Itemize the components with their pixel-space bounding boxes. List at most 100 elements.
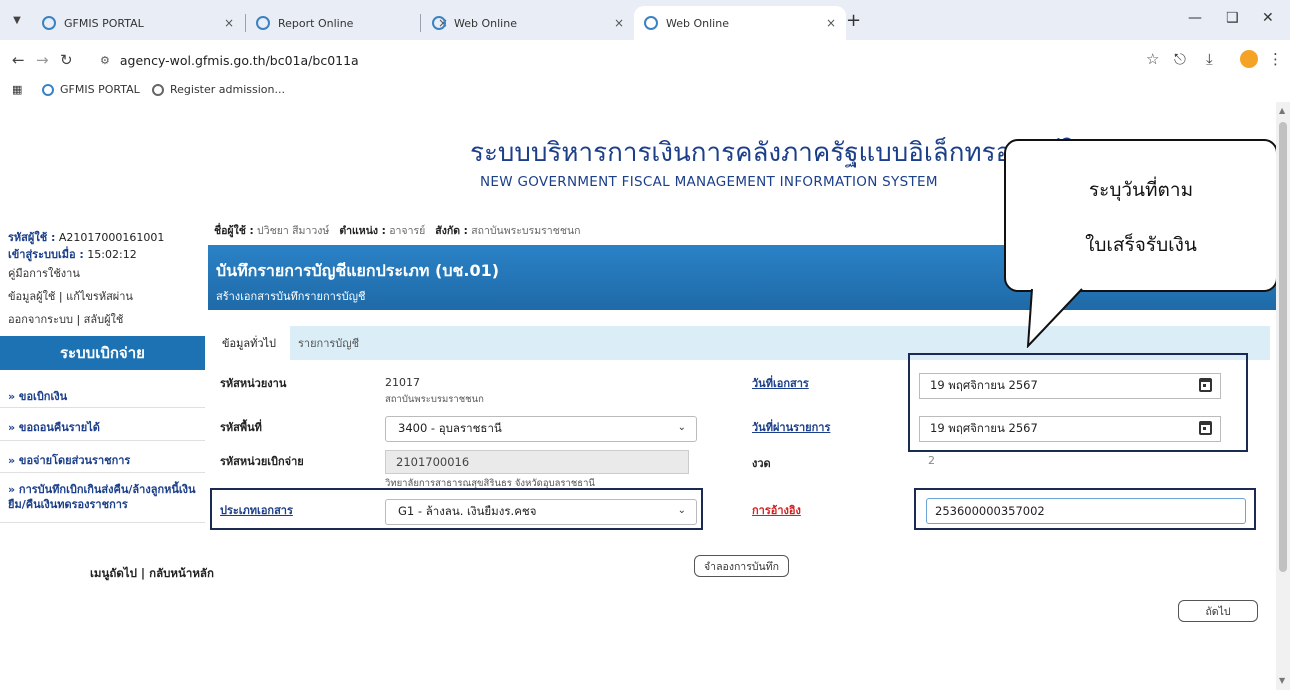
area-code-value: 3400 - อุบลราชธานี (398, 421, 502, 435)
user-code-label: รหัสผู้ใช้ : (8, 231, 56, 244)
tab-general-info[interactable]: ข้อมูลทั่วไป (208, 326, 290, 360)
extensions-icon[interactable]: ⎋ (1174, 50, 1186, 68)
callout-line-1: ระบุวันที่ตาม (1088, 179, 1194, 201)
window-close-icon[interactable]: ✕ (1262, 10, 1274, 26)
sidebar-divider (0, 522, 205, 523)
affiliation: สถาบันพระบรมราชชนก (471, 225, 581, 237)
star-icon[interactable]: ☆ (1146, 50, 1159, 68)
profile-link[interactable]: ข้อมูลผู้ใช้ (8, 290, 55, 303)
posting-date-label[interactable]: วันที่ผ่านรายการ (752, 418, 830, 436)
tab-label: Report Online (278, 16, 354, 30)
forward-icon[interactable]: → (36, 51, 49, 69)
next-menu-link[interactable]: เมนูถัดไป (90, 566, 137, 580)
next-button[interactable]: ถัดไป (1178, 600, 1258, 622)
tab-label: Web Online (454, 16, 517, 30)
address-bar[interactable]: ⚙ agency-wol.gfmis.go.th/bc01a/bc011a (88, 46, 1088, 74)
agency-name: สถาบันพระบรมราชชนก (385, 394, 484, 405)
profile-links: ข้อมูลผู้ใช้ | แก้ไขรหัสผ่าน (8, 287, 133, 305)
sidebar-divider (0, 440, 205, 441)
new-tab-icon[interactable]: + (846, 10, 861, 31)
gfmis-favicon-icon (644, 16, 658, 30)
callout-tail (1026, 288, 1083, 348)
close-icon[interactable]: × (826, 16, 836, 30)
tab-web-online-active[interactable]: Web Online × (634, 6, 846, 40)
sidebar-item-refund-revenue[interactable]: » ขอถอนคืนรายได้ (0, 418, 205, 436)
disbursing-unit-label: รหัสหน่วยเบิกจ่าย (220, 455, 304, 468)
disbursing-unit-field: 2101700016 (385, 450, 689, 474)
close-icon[interactable]: × (614, 16, 624, 30)
banner-title-english: NEW GOVERNMENT FISCAL MANAGEMENT INFORMA… (480, 174, 938, 190)
chevron-down-icon: ⌄ (677, 422, 686, 433)
gfmis-favicon-icon (42, 16, 56, 30)
tab-label: Web Online (666, 16, 729, 30)
apps-grid-icon[interactable]: ▦ (12, 83, 22, 96)
link-separator: | (76, 313, 84, 326)
session-links: ออกจากระบบ | สลับผู้ใช้ (8, 310, 123, 328)
reference-label[interactable]: การอ้างอิง (752, 501, 801, 519)
sidebar-item-overpayment-return-line2[interactable]: ยืม/คืนเงินทดรองราชการ (0, 495, 205, 513)
sidebar-item-request-payment[interactable]: » ขอเบิกเงิน (0, 387, 205, 405)
username: ปวิชยา สีมาวงษ์ (257, 225, 330, 237)
minimize-icon[interactable]: — (1188, 10, 1202, 26)
bookmark-gfmis-portal[interactable]: GFMIS PORTAL (42, 83, 140, 96)
agency-code: 21017 (385, 376, 420, 389)
disbursing-unit-value: 2101700016 (396, 455, 470, 469)
sidebar-divider (0, 472, 205, 473)
gfmis-favicon-icon (256, 16, 270, 30)
site-info-icon[interactable]: ⚙ (100, 54, 110, 67)
reference-highlight-box (914, 488, 1256, 530)
scroll-down-icon[interactable]: ▼ (1279, 676, 1285, 685)
link-separator: | (140, 566, 150, 580)
close-icon[interactable]: × (224, 16, 234, 30)
globe-icon (152, 83, 164, 96)
tab-web-online[interactable]: Web Online × (422, 6, 634, 40)
profile-avatar-icon[interactable] (1240, 50, 1258, 68)
sidebar-divider (0, 407, 205, 408)
download-icon[interactable]: ⤓ (1206, 50, 1213, 68)
more-menu-icon[interactable]: ⋮ (1268, 50, 1283, 68)
reload-icon[interactable]: ↻ (60, 51, 73, 69)
page-scrollbar[interactable]: ▲ ▼ (1276, 102, 1290, 690)
manual-link[interactable]: คู่มือการใช้งาน (8, 264, 80, 282)
tab-gfmis-portal[interactable]: GFMIS PORTAL × (32, 6, 244, 40)
user-code: A21017000161001 (58, 231, 165, 244)
sidebar-nav-links: เมนูถัดไป | กลับหน้าหลัก (90, 565, 214, 583)
user-code-line: รหัสผู้ใช้ : A21017000161001 (8, 228, 164, 246)
bookmarks-bar: ▦ GFMIS PORTAL Register admission... (0, 80, 1290, 102)
tab-label: GFMIS PORTAL (64, 16, 144, 30)
scroll-up-icon[interactable]: ▲ (1279, 106, 1285, 115)
back-icon[interactable]: ← (12, 51, 25, 69)
simulate-button[interactable]: จำลองการบันทึก (694, 555, 789, 577)
login-time-label: เข้าสู่ระบบเมื่อ : (8, 248, 84, 261)
bookmark-label: GFMIS PORTAL (60, 83, 140, 96)
browser-window: ▼ GFMIS PORTAL × Report Online × Web Onl… (0, 0, 1290, 690)
login-time-line: เข้าสู่ระบบเมื่อ : 15:02:12 (8, 245, 137, 263)
url-text: agency-wol.gfmis.go.th/bc01a/bc011a (119, 52, 359, 68)
date-highlight-box (908, 353, 1248, 452)
gfmis-favicon-icon (432, 16, 446, 30)
scrollbar-thumb[interactable] (1279, 122, 1287, 572)
callout-line-2: ใบเสร็จรับเงิน (1085, 234, 1197, 256)
change-password-link[interactable]: แก้ไขรหัสผ่าน (66, 290, 133, 303)
sidebar-item-agency-payment[interactable]: » ขอจ่ายโดยส่วนราชการ (0, 451, 205, 469)
position-label: ตำแหน่ง : (339, 225, 386, 237)
username-label: ชื่อผู้ใช้ : (214, 225, 254, 237)
restore-icon[interactable]: ❑ (1226, 10, 1239, 26)
tab-search-icon[interactable]: ▼ (6, 9, 28, 31)
switch-user-link[interactable]: สลับผู้ใช้ (84, 313, 124, 326)
position: อาจารย์ (389, 225, 426, 237)
login-time: 15:02:12 (87, 248, 137, 261)
tab-account-items[interactable]: รายการบัญชี (298, 326, 359, 360)
tab-divider (420, 14, 421, 32)
bookmark-register-admission[interactable]: Register admission... (152, 83, 285, 96)
browser-toolbar: ← → ↻ ⚙ agency-wol.gfmis.go.th/bc01a/bc0… (0, 40, 1290, 80)
home-link[interactable]: กลับหน้าหลัก (149, 566, 214, 580)
logout-link[interactable]: ออกจากระบบ (8, 313, 73, 326)
area-code-select[interactable]: 3400 - อุบลราชธานี ⌄ (385, 416, 697, 442)
sidebar-section-title: ระบบเบิกจ่าย (0, 336, 205, 370)
bookmark-label: Register admission... (170, 83, 285, 96)
doc-date-label[interactable]: วันที่เอกสาร (752, 374, 809, 392)
page-subtitle: สร้างเอกสารบันทึกรายการบัญชี (216, 290, 366, 303)
callout-annotation: ระบุวันที่ตาม ใบเสร็จรับเงิน (1004, 139, 1278, 292)
page-title: บันทึกรายการบัญชีแยกประเภท (บช.01) (216, 261, 500, 280)
